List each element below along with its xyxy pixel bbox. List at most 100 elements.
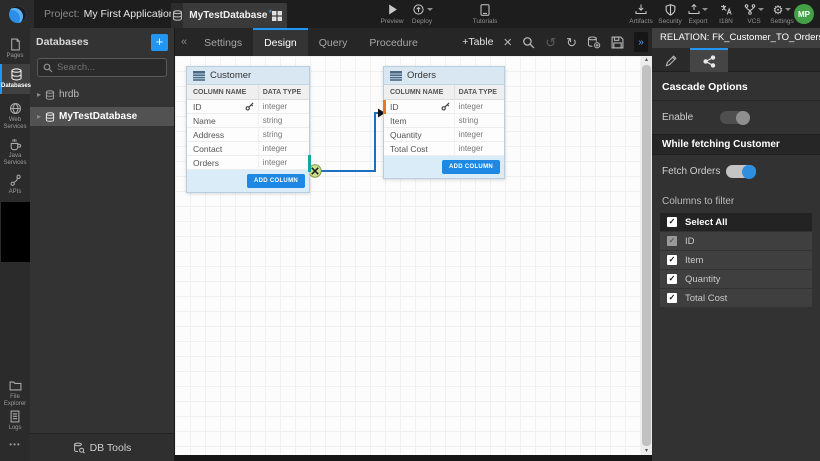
table-orders-header[interactable]: Orders xyxy=(384,67,504,85)
book-icon xyxy=(480,3,490,16)
table-row[interactable]: Contact integer xyxy=(187,142,309,156)
table-footer: ADD COLUMN xyxy=(384,156,504,178)
play-icon xyxy=(387,3,398,16)
db-tools-icon xyxy=(73,442,85,454)
tree-item-hrdb[interactable]: ▸ hrdb xyxy=(30,85,174,104)
tab-design[interactable]: Design xyxy=(253,28,308,56)
filter-row-quantity[interactable]: ✓ Quantity xyxy=(660,270,812,288)
tutorials-button[interactable]: Tutorials xyxy=(468,3,502,25)
columns-to-filter-label: Columns to filter xyxy=(652,188,820,213)
table-row[interactable]: Quantity integer xyxy=(384,128,504,142)
table-customer[interactable]: Customer COLUMN NAME DATA TYPE ID intege… xyxy=(186,66,310,193)
scroll-down-icon[interactable]: ▾ xyxy=(641,447,652,455)
fetch-orders-label: Fetch Orders xyxy=(662,166,726,177)
chevron-down-icon xyxy=(702,8,708,11)
checkbox-checked-icon[interactable]: ✓ xyxy=(667,217,677,227)
column-headers: COLUMN NAME DATA TYPE xyxy=(384,85,504,100)
databases-panel: Databases + ▸ hrdb ▸ MyTestDatabase xyxy=(30,28,175,461)
filter-row-select-all[interactable]: ✓ Select All xyxy=(660,213,812,231)
tab-mytestdatabase[interactable]: MyTestDatabase * xyxy=(171,3,287,28)
checkbox-checked-icon[interactable]: ✓ xyxy=(667,255,677,265)
relation-source-marker xyxy=(308,155,311,172)
search-box[interactable] xyxy=(37,58,167,77)
expand-panel-button[interactable]: » xyxy=(634,32,648,52)
preview-button[interactable]: Preview xyxy=(375,3,409,25)
tab-query[interactable]: Query xyxy=(308,28,359,56)
sidebar-item-java-services[interactable]: Java Services xyxy=(0,134,30,167)
table-customer-header[interactable]: Customer xyxy=(187,67,309,85)
toggle-knob xyxy=(736,111,750,125)
table-row[interactable]: ID integer xyxy=(187,100,309,114)
tab-procedure[interactable]: Procedure xyxy=(358,28,428,56)
tab-edit-column[interactable] xyxy=(652,48,690,72)
close-icon[interactable]: × xyxy=(503,36,512,49)
relation-share-icon xyxy=(703,55,716,68)
while-fetching-header: While fetching Customer xyxy=(652,134,820,155)
api-connector-icon xyxy=(9,174,22,187)
sidebar-item-logs[interactable]: Logs xyxy=(0,406,30,432)
table-orders[interactable]: Orders COLUMN NAME DATA TYPE ID integer … xyxy=(383,66,505,179)
grid-view-icon[interactable] xyxy=(272,11,282,21)
database-icon xyxy=(45,90,55,100)
translate-icon xyxy=(720,3,733,16)
table-footer: ADD COLUMN xyxy=(187,170,309,192)
design-canvas[interactable]: Customer COLUMN NAME DATA TYPE ID intege… xyxy=(175,56,652,461)
scroll-up-icon[interactable]: ▴ xyxy=(641,56,652,64)
enable-toggle[interactable] xyxy=(720,111,750,124)
sidebar-item-web-services[interactable]: Web Services xyxy=(0,98,30,131)
pencil-icon xyxy=(665,55,677,67)
redo-icon[interactable]: ↻ xyxy=(566,36,577,49)
log-file-icon xyxy=(9,410,21,423)
add-table-button[interactable]: +Table xyxy=(462,36,493,48)
table-row[interactable]: Address string xyxy=(187,128,309,142)
db-tools-button[interactable]: DB Tools xyxy=(30,433,174,461)
column-headers: COLUMN NAME DATA TYPE xyxy=(187,85,309,100)
add-column-button[interactable]: ADD COLUMN xyxy=(247,174,305,188)
tab-relation[interactable] xyxy=(690,48,728,72)
table-icon xyxy=(193,71,205,81)
table-row[interactable]: Total Cost integer xyxy=(384,142,504,156)
checkbox-checked-icon[interactable]: ✓ xyxy=(667,293,677,303)
table-icon xyxy=(390,71,402,81)
vertical-scrollbar[interactable]: ▴ ▾ xyxy=(641,56,652,455)
undo-icon[interactable]: ↺ xyxy=(545,36,556,49)
chevron-down-icon xyxy=(427,8,433,11)
scrollbar-thumb[interactable] xyxy=(642,65,651,446)
sidebar-item-apis[interactable]: APIs xyxy=(0,170,30,196)
deploy-button[interactable]: Deploy xyxy=(405,3,439,25)
fetch-orders-toggle[interactable] xyxy=(726,165,756,178)
tab-settings[interactable]: Settings xyxy=(193,28,253,56)
wavemaker-logo-icon xyxy=(9,6,26,23)
table-row[interactable]: ID integer xyxy=(384,100,504,114)
sidebar-item-pages[interactable]: Pages xyxy=(0,34,30,60)
table-row[interactable]: Item string xyxy=(384,114,504,128)
checkbox-checked-icon[interactable]: ✓ xyxy=(667,274,677,284)
avatar[interactable]: MP xyxy=(794,4,814,24)
collapse-panel-button[interactable]: « xyxy=(175,36,193,48)
left-sidebar: Pages Databases Web Services Java Servic… xyxy=(0,28,30,461)
filter-row-item[interactable]: ✓ Item xyxy=(660,251,812,269)
tree-caret-icon[interactable]: ▸ xyxy=(37,112,41,121)
toggle-knob xyxy=(742,165,756,179)
sidebar-item-file-explorer[interactable]: File Explorer xyxy=(0,376,30,408)
project-label: Project: xyxy=(44,8,80,20)
cascade-options-header: Cascade Options xyxy=(652,72,820,101)
table-row[interactable]: Orders integer xyxy=(187,156,309,170)
panel-title: Databases xyxy=(36,36,89,48)
more-options-button[interactable]: ••• xyxy=(0,440,30,449)
filter-row-total-cost[interactable]: ✓ Total Cost xyxy=(660,289,812,307)
app-logo[interactable] xyxy=(0,0,34,28)
filter-row-id[interactable]: ✓ ID xyxy=(660,232,812,250)
sidebar-item-databases[interactable]: Databases xyxy=(0,64,30,94)
add-column-button[interactable]: ADD COLUMN xyxy=(442,160,500,174)
db-tab-name: MyTestDatabase xyxy=(189,10,267,21)
zoom-search-icon[interactable] xyxy=(522,36,535,49)
tree-item-mytestdatabase[interactable]: ▸ MyTestDatabase xyxy=(30,107,174,126)
tree-caret-icon[interactable]: ▸ xyxy=(37,90,41,99)
table-row[interactable]: Name string xyxy=(187,114,309,128)
save-icon[interactable] xyxy=(611,36,624,49)
add-database-button[interactable]: + xyxy=(151,34,168,51)
database-icon xyxy=(10,68,23,81)
export-db-icon[interactable] xyxy=(587,36,601,49)
search-input[interactable] xyxy=(57,62,157,73)
